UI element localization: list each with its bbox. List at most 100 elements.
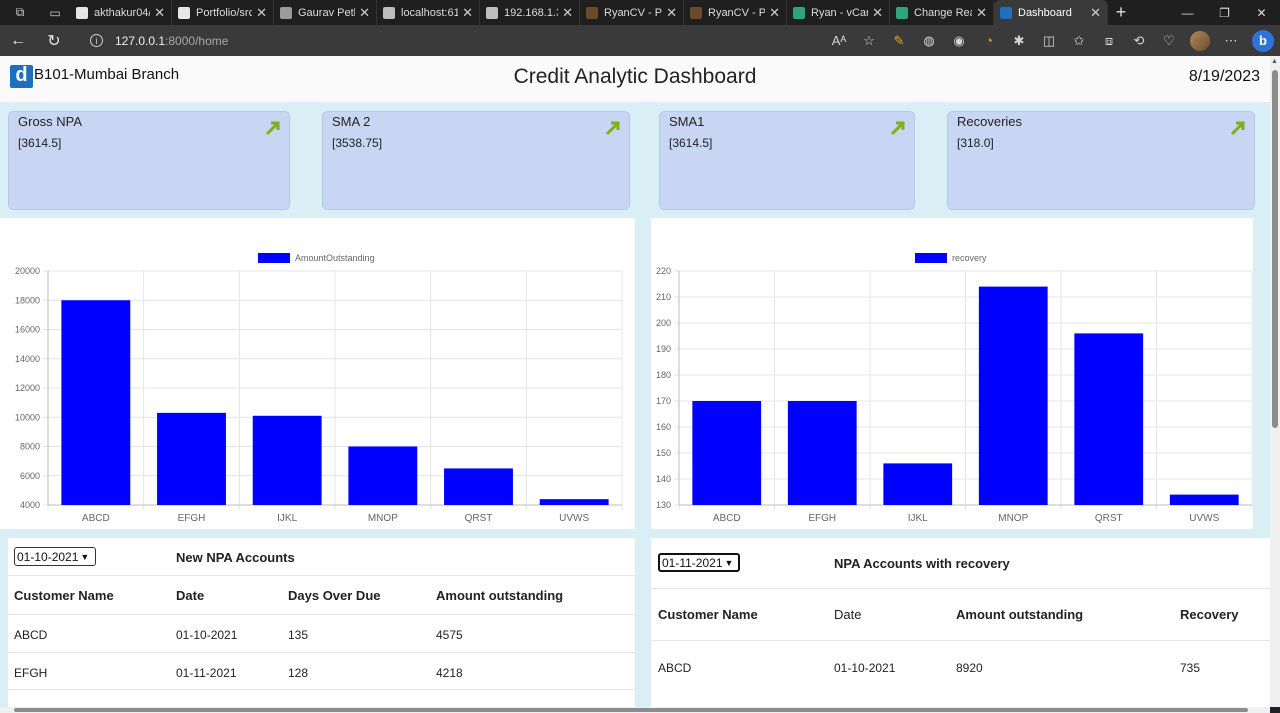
y-tick-label: 12000	[15, 383, 40, 393]
collections-icon[interactable]: ⧈	[1094, 33, 1124, 49]
bar	[539, 499, 609, 505]
trend-up-icon	[605, 121, 620, 136]
favorite-star-icon[interactable]: ☆	[854, 33, 884, 49]
browser-tab[interactable]: Gaurav Petk ✕	[274, 0, 377, 25]
extension-icon[interactable]: ◉	[944, 33, 974, 49]
browser-tab[interactable]: 192.168.1.3 ✕	[480, 0, 580, 25]
back-icon[interactable]: ←	[0, 25, 36, 56]
trend-up-icon	[1230, 121, 1245, 136]
minimize-icon[interactable]: —	[1169, 0, 1206, 25]
browser-tab[interactable]: Dashboard ✕	[994, 0, 1108, 25]
more-menu-icon[interactable]: ⋯	[1216, 33, 1246, 49]
scrollbar-thumb[interactable]	[1272, 70, 1278, 428]
tab-favicon-icon	[76, 6, 88, 19]
y-tick-label: 6000	[20, 471, 40, 481]
card-gross-npa[interactable]: Gross NPA [3614.5]	[8, 111, 290, 210]
date-cell: 01-10-2021	[176, 628, 238, 642]
new-npa-date-select[interactable]: 01-10-2021 ▼	[14, 547, 96, 566]
extension-icon[interactable]: ◔	[974, 33, 1004, 48]
close-tab-icon[interactable]: ✕	[562, 5, 573, 21]
close-tab-icon[interactable]: ✕	[462, 5, 473, 21]
column-header[interactable]: Amount outstanding	[436, 588, 563, 603]
tab-favicon-icon	[178, 6, 190, 19]
y-tick-label: 200	[656, 318, 671, 328]
y-tick-label: 14000	[15, 354, 40, 364]
pen-extension-icon[interactable]: ✎	[884, 33, 914, 49]
history-icon[interactable]: ⟲	[1124, 33, 1154, 49]
extensions-puzzle-icon[interactable]: ✱	[1004, 33, 1034, 49]
column-header[interactable]: Customer Name	[658, 607, 758, 622]
column-header[interactable]: Date	[834, 607, 861, 622]
card-sma2[interactable]: SMA 2 [3538.75]	[322, 111, 630, 210]
tab-label: Dashboard	[1018, 6, 1072, 19]
browser-tab[interactable]: localhost:61 ✕	[377, 0, 480, 25]
bar	[978, 286, 1048, 505]
close-tab-icon[interactable]: ✕	[1090, 5, 1101, 21]
card-recoveries[interactable]: Recoveries [318.0]	[947, 111, 1255, 210]
copilot-icon[interactable]: b	[1252, 29, 1274, 52]
split-screen-icon[interactable]: ◫	[1034, 33, 1064, 49]
outstanding-chart-panel: AmountOutstanding 4000 6000 8000 10000 12000…	[0, 218, 635, 529]
close-tab-icon[interactable]: ✕	[154, 5, 165, 21]
read-aloud-icon[interactable]: Aᴬ	[824, 33, 854, 48]
close-tab-icon[interactable]: ✕	[769, 5, 780, 21]
address-bar: ← ↻ i 127.0.0.1:8000/home Aᴬ ☆ ✎ ◍ ◉ ◔ ✱…	[0, 25, 1280, 56]
browser-tab[interactable]: RyanCV - Pe✕	[580, 0, 684, 25]
tab-label: RyanCV - Pe	[604, 6, 663, 19]
y-tick-label: 180	[656, 370, 671, 380]
days-overdue-cell: 135	[288, 628, 309, 642]
column-header[interactable]: Days Over Due	[288, 588, 381, 603]
browser-tab[interactable]: akthakur04/✕	[70, 0, 172, 25]
y-tick-label: 20000	[15, 266, 40, 276]
browser-tab[interactable]: Portfolio/src ✕	[172, 0, 274, 25]
browser-tab[interactable]: RyanCV - Pe✕	[684, 0, 787, 25]
table-row[interactable]: ABCD 01-10-2021 135 4575	[8, 614, 635, 652]
close-tab-icon[interactable]: ✕	[666, 5, 677, 21]
recovery-date-select[interactable]: 01-11-2021 ▼	[658, 553, 740, 572]
dashboard-page: d B101-Mumbai Branch Credit Analytic Das…	[0, 56, 1270, 707]
close-tab-icon[interactable]: ✕	[359, 5, 370, 21]
horizontal-scrollbar[interactable]	[0, 707, 1270, 713]
extension-icon[interactable]: ◍	[914, 33, 944, 49]
card-sma1[interactable]: SMA1 [3614.5]	[659, 111, 915, 210]
close-tab-icon[interactable]: ✕	[872, 5, 883, 21]
profile-avatar[interactable]	[1190, 30, 1210, 51]
table-row[interactable]: ABCD 01-10-2021 8920 735	[651, 640, 1270, 692]
y-tick-label: 210	[656, 292, 671, 302]
x-tick-label: MNOP	[368, 513, 398, 524]
workspaces-icon[interactable]: ⧉	[0, 0, 40, 25]
bar	[883, 463, 953, 505]
column-header[interactable]: Recovery	[1180, 607, 1239, 622]
y-tick-label: 16000	[15, 325, 40, 335]
x-tick-label: EFGH	[178, 513, 206, 524]
tab-favicon-icon	[793, 6, 805, 19]
table-row[interactable]: EFGH 01-11-2021 128 4218	[8, 652, 635, 690]
restore-icon[interactable]: ❐	[1206, 0, 1243, 25]
url-field[interactable]: i 127.0.0.1:8000/home	[90, 34, 228, 48]
column-header[interactable]: Customer Name	[14, 588, 114, 603]
bar	[444, 468, 513, 505]
performance-icon[interactable]: ♡	[1154, 33, 1184, 49]
y-tick-label: 4000	[20, 500, 40, 510]
vertical-scrollbar[interactable]: ▲	[1270, 56, 1280, 707]
close-tab-icon[interactable]: ✕	[256, 5, 267, 21]
new-tab-icon[interactable]: +	[1108, 2, 1134, 23]
bar	[157, 412, 226, 505]
info-icon[interactable]: i	[90, 34, 103, 47]
scrollbar-thumb[interactable]	[14, 708, 1248, 712]
amount-cell: 4575	[436, 628, 463, 642]
scroll-up-icon[interactable]: ▲	[1271, 58, 1278, 65]
tab-label: Ryan - vCar	[811, 6, 869, 19]
close-window-icon[interactable]: ✕	[1243, 0, 1280, 25]
browser-tab[interactable]: Ryan - vCar ✕	[787, 0, 890, 25]
refresh-icon[interactable]: ↻	[36, 25, 72, 56]
tab-favicon-icon	[383, 6, 395, 19]
favorites-icon[interactable]: ✩	[1064, 33, 1094, 49]
column-header[interactable]: Amount outstanding	[956, 607, 1083, 622]
tab-actions-icon[interactable]: ▭	[40, 0, 70, 25]
browser-tab[interactable]: Change Rea ✕	[890, 0, 994, 25]
browser-tab-strip: ⧉ ▭ akthakur04/✕ Portfolio/src ✕ Gaurav Pet…	[0, 0, 1280, 25]
close-tab-icon[interactable]: ✕	[976, 5, 987, 21]
column-header[interactable]: Date	[176, 588, 204, 603]
tab-label: localhost:61	[401, 6, 459, 19]
